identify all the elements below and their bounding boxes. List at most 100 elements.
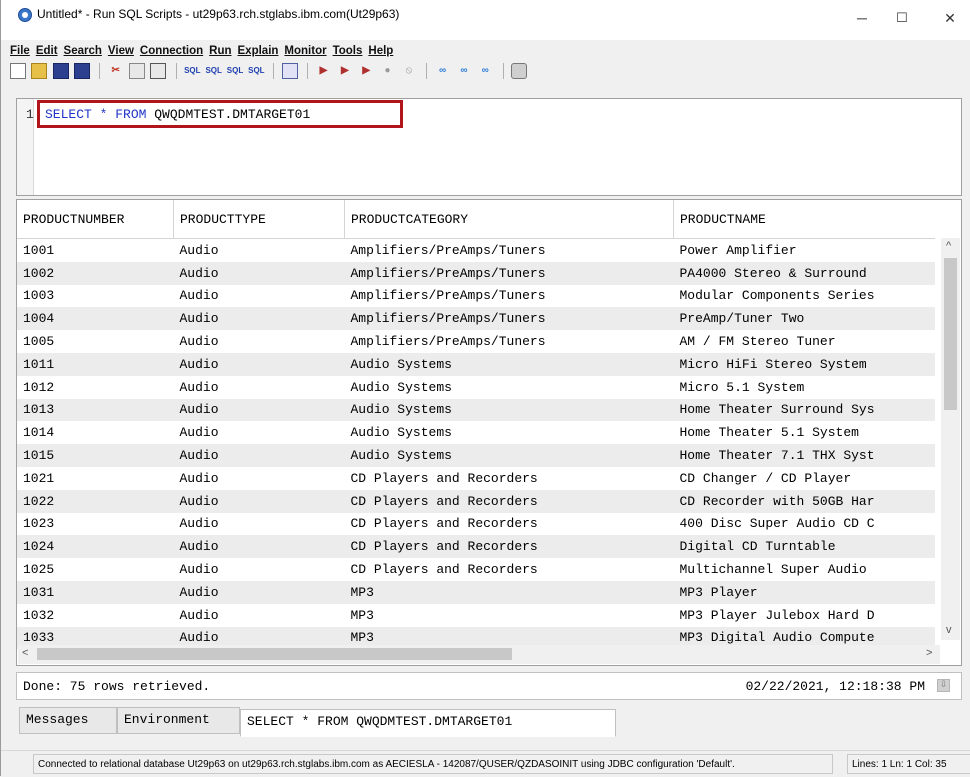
table-cell[interactable]: Audio [174, 581, 345, 604]
table-cell[interactable]: CD Players and Recorders [345, 513, 674, 536]
table-row[interactable]: 1025 Audio CD Players and Recorders Multich… [17, 558, 935, 581]
horizontal-scroll-thumb[interactable] [37, 648, 512, 660]
cut-icon[interactable]: ✂ [108, 63, 124, 79]
table-cell[interactable]: MP3 Player [674, 581, 936, 604]
table-cell[interactable]: CD Players and Recorders [345, 490, 674, 513]
table-cell[interactable]: Audio [174, 444, 345, 467]
paste-icon[interactable] [150, 63, 167, 79]
table-cell[interactable]: PreAmp/Tuner Two [674, 307, 936, 330]
table-cell[interactable]: 1013 [17, 399, 174, 422]
column-header-productnumber[interactable]: PRODUCTNUMBER [17, 200, 174, 239]
table-cell[interactable]: Modular Components Series [674, 285, 936, 308]
maximize-button[interactable]: ☐ [887, 8, 917, 28]
table-cell[interactable]: MP3 [345, 604, 674, 627]
table-cell[interactable]: Audio [174, 490, 345, 513]
table-cell[interactable]: CD Players and Recorders [345, 467, 674, 490]
table-cell[interactable]: MP3 Player Julebox Hard D [674, 604, 936, 627]
table-cell[interactable]: 1014 [17, 421, 174, 444]
table-row[interactable]: 1021 Audio CD Players and Recorders CD Chan… [17, 467, 935, 490]
run-from-selected-icon[interactable]: SQL [205, 63, 221, 79]
table-cell[interactable]: Audio [174, 604, 345, 627]
table-row[interactable]: 1012 Audio Audio Systems Micro 5.1 System [17, 376, 935, 399]
table-cell[interactable]: 1023 [17, 513, 174, 536]
new-file-icon[interactable] [10, 63, 26, 79]
menu-file[interactable]: File [10, 45, 30, 57]
vertical-scroll-thumb[interactable] [944, 258, 957, 410]
table-cell[interactable]: Audio Systems [345, 444, 674, 467]
explain-only-icon[interactable]: ▶ [358, 63, 374, 79]
table-row[interactable]: 1005 Audio Amplifiers/PreAmps/Tuners AM / F… [17, 330, 935, 353]
table-cell[interactable]: 1012 [17, 376, 174, 399]
visual-explain-icon[interactable]: ▶ [316, 63, 332, 79]
table-cell[interactable]: Home Theater Surround Sys [674, 399, 936, 422]
table-row[interactable]: 1004 Audio Amplifiers/PreAmps/Tuners PreAmp… [17, 307, 936, 331]
table-cell[interactable]: 1021 [17, 467, 174, 490]
table-cell[interactable]: Audio Systems [345, 353, 674, 376]
menu-explain[interactable]: Explain [238, 45, 279, 57]
column-header-productcategory[interactable]: PRODUCTCATEGORY [344, 200, 674, 239]
explain-icon[interactable] [281, 63, 298, 79]
run-selected-icon[interactable]: SQL [248, 63, 264, 79]
table-cell[interactable]: Audio [174, 513, 345, 536]
table-cell[interactable]: Audio [174, 353, 345, 376]
table-cell[interactable]: 1003 [17, 285, 174, 308]
table-row[interactable]: 1001 Audio Amplifiers/PreAmps/Tuners Power … [17, 239, 935, 262]
table-cell[interactable]: 400 Disc Super Audio CD C [674, 513, 936, 536]
table-cell[interactable]: CD Players and Recorders [345, 558, 674, 581]
table-cell[interactable]: MP3 [345, 581, 674, 604]
table-cell[interactable]: Audio [174, 399, 345, 422]
table-cell[interactable]: 1005 [17, 330, 174, 353]
table-cell[interactable]: Home Theater 5.1 System [674, 421, 936, 444]
menu-monitor[interactable]: Monitor [284, 45, 326, 57]
close-button[interactable]: ✕ [935, 8, 965, 28]
table-row[interactable]: 1011 Audio Audio Systems Micro HiFi Stereo … [17, 352, 936, 376]
table-row[interactable]: 1032 Audio MP3 MP3 Player Julebox Hard D [17, 604, 935, 627]
save-as-icon[interactable] [74, 63, 91, 79]
table-cell[interactable]: 1004 [17, 307, 174, 330]
table-cell[interactable]: Amplifiers/PreAmps/Tuners [345, 285, 674, 308]
scroll-left-icon[interactable]: < [22, 647, 28, 659]
monitor-stop-icon[interactable]: ∞ [477, 63, 493, 79]
tab-select-results[interactable]: SELECT * FROM QWQDMTEST.DMTARGET01 [240, 709, 616, 737]
table-cell[interactable]: PA4000 Stereo & Surround [674, 262, 936, 285]
table-cell[interactable]: Audio [174, 262, 345, 285]
monitor-start-icon[interactable]: ∞ [435, 63, 451, 79]
column-header-producttype[interactable]: PRODUCTTYPE [173, 200, 345, 239]
table-cell[interactable]: Audio [174, 239, 345, 262]
table-cell[interactable]: Micro 5.1 System [674, 376, 936, 399]
table-cell[interactable]: Audio [174, 285, 345, 308]
results-grid[interactable]: PRODUCTNUMBER PRODUCTTYPE PRODUCTCATEGOR… [16, 199, 962, 666]
menu-edit[interactable]: Edit [36, 45, 58, 57]
table-cell[interactable]: 1022 [17, 490, 174, 513]
table-cell[interactable]: 1031 [17, 581, 174, 604]
table-cell[interactable]: Multichannel Super Audio [674, 558, 936, 581]
record-icon[interactable]: ● [380, 63, 396, 79]
menu-connection[interactable]: Connection [140, 45, 203, 57]
save-icon[interactable] [52, 63, 69, 79]
table-cell[interactable]: Home Theater 7.1 THX Syst [674, 444, 936, 467]
scroll-up-icon[interactable]: ^ [946, 240, 951, 252]
menu-view[interactable]: View [108, 45, 134, 57]
table-cell[interactable]: 1011 [17, 353, 174, 376]
table-cell[interactable]: 1025 [17, 558, 174, 581]
table-row[interactable]: 1022 Audio CD Players and Recorders CD Reco… [17, 489, 935, 513]
table-cell[interactable]: CD Players and Recorders [345, 535, 674, 558]
table-cell[interactable]: 1032 [17, 604, 174, 627]
horizontal-scrollbar[interactable]: < > [18, 645, 940, 664]
table-row[interactable]: 1013 Audio Audio Systems Home Theater Surro… [17, 398, 936, 422]
database-icon[interactable] [510, 63, 527, 79]
table-cell[interactable]: Amplifiers/PreAmps/Tuners [345, 330, 674, 353]
run-statement-icon[interactable]: SQL [184, 63, 200, 79]
table-cell[interactable]: Audio [174, 421, 345, 444]
table-row[interactable]: 1015 Audio Audio Systems Home Theater 7.1 T… [17, 444, 935, 467]
stop-icon[interactable]: ⦸ [401, 63, 417, 79]
table-row[interactable]: 1002 Audio Amplifiers/PreAmps/Tuners PA4000… [17, 261, 936, 285]
table-cell[interactable]: Audio Systems [345, 421, 674, 444]
table-cell[interactable]: CD Changer / CD Player [674, 467, 936, 490]
table-cell[interactable]: Micro HiFi Stereo System [674, 353, 936, 376]
scroll-right-icon[interactable]: > [926, 647, 932, 659]
scroll-down-icon[interactable]: v [946, 624, 952, 636]
table-cell[interactable]: 1002 [17, 262, 174, 285]
table-cell[interactable]: Audio [174, 330, 345, 353]
monitor-view-icon[interactable]: ∞ [456, 63, 472, 79]
